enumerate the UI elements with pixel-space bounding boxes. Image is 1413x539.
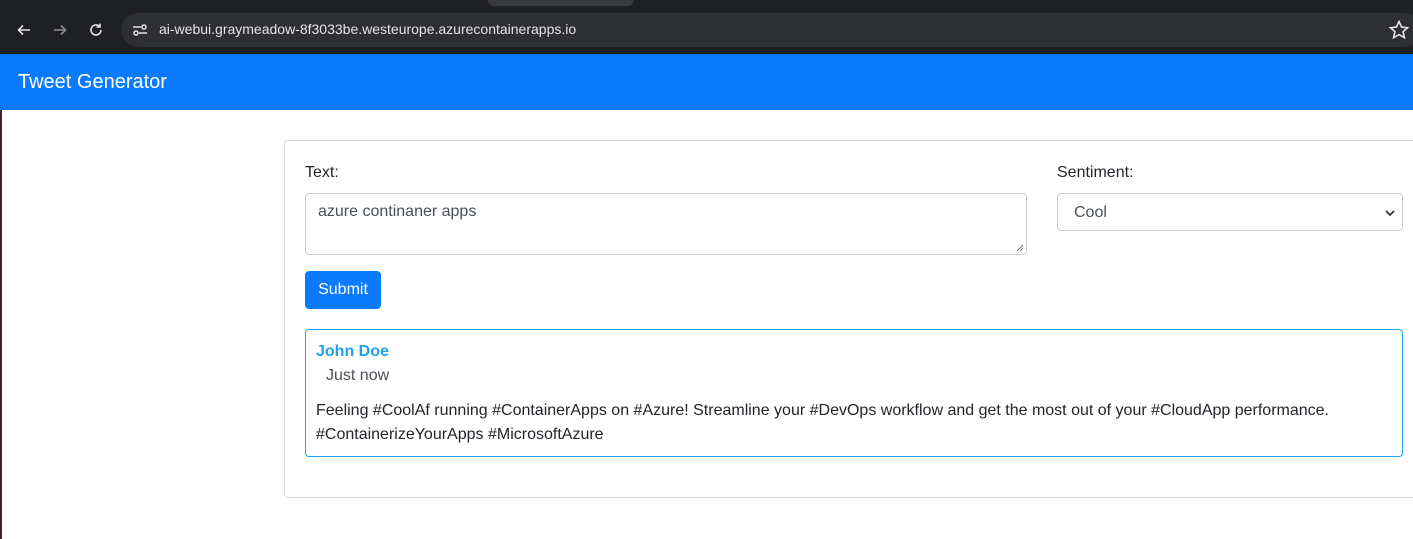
window-edge xyxy=(0,110,2,539)
text-input-value: azure continaner apps xyxy=(318,203,477,220)
reload-button[interactable] xyxy=(84,18,108,42)
text-input[interactable]: azure continaner apps xyxy=(305,193,1027,255)
site-info-icon[interactable] xyxy=(131,21,149,39)
resize-grip-icon[interactable] xyxy=(1016,244,1024,252)
chevron-down-icon xyxy=(1385,210,1395,217)
submit-button[interactable]: Submit xyxy=(305,271,381,309)
back-button[interactable] xyxy=(12,18,36,42)
tweet-author: John Doe xyxy=(316,343,389,360)
tweet-text-line: Feeling #CoolAf running #ContainerApps o… xyxy=(316,402,1329,419)
text-label: Text: xyxy=(305,164,339,181)
app-navbar: Tweet Generator xyxy=(0,54,1413,110)
tweet-text: Feeling #CoolAf running #ContainerApps o… xyxy=(316,399,1396,447)
browser-toolbar: ai-webui.graymeadow-8f3033be.westeurope.… xyxy=(0,0,1413,54)
forward-icon xyxy=(54,24,67,36)
brand-title[interactable]: Tweet Generator xyxy=(18,71,167,94)
active-tab[interactable] xyxy=(488,0,634,6)
tweet-card: John Doe Just now Feeling #CoolAf runnin… xyxy=(305,329,1403,457)
back-icon xyxy=(17,24,30,36)
tweet-text-line: #ContainerizeYourApps #MicrosoftAzure xyxy=(316,426,604,443)
sentiment-selected-value: Cool xyxy=(1074,204,1107,221)
bookmark-star-icon[interactable] xyxy=(1388,19,1410,41)
reload-icon xyxy=(90,23,102,36)
url-text[interactable]: ai-webui.graymeadow-8f3033be.westeurope.… xyxy=(159,21,576,37)
tweet-timestamp: Just now xyxy=(326,367,390,384)
sentiment-select[interactable]: Cool xyxy=(1057,193,1403,231)
sentiment-label: Sentiment: xyxy=(1057,164,1134,181)
forward-button[interactable] xyxy=(48,18,72,42)
